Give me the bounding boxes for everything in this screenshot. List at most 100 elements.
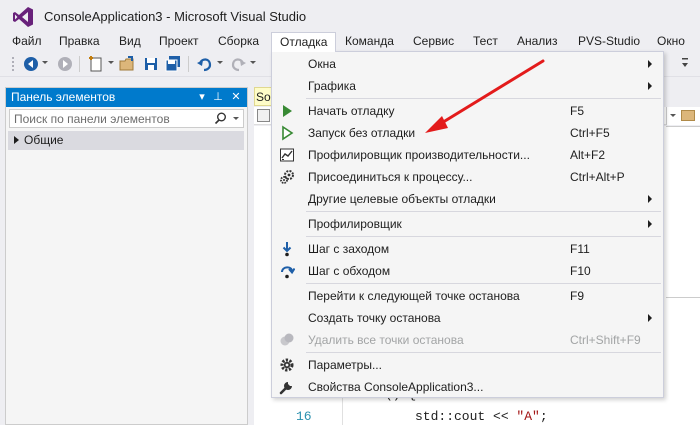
- code-string-literal: "A": [516, 409, 540, 424]
- menu-window[interactable]: Окно: [657, 32, 685, 52]
- menu-item-project-properties[interactable]: Свойства ConsoleApplication3...: [272, 376, 663, 398]
- code-line: std::cout << "A";: [415, 409, 548, 424]
- undo-icon[interactable]: [196, 55, 214, 73]
- submenu-arrow-icon: [648, 82, 652, 90]
- menu-item-step-over[interactable]: Шаг с обходом F10: [272, 260, 663, 282]
- toolbar-grip[interactable]: [11, 56, 15, 73]
- toolbox-search-input[interactable]: Поиск по панели элементов: [9, 109, 244, 128]
- menu-item-label: Свойства ConsoleApplication3...: [308, 380, 484, 394]
- menu-debug[interactable]: Отладка: [271, 32, 337, 52]
- submenu-arrow-icon: [648, 60, 652, 68]
- submenu-arrow-icon: [648, 220, 652, 228]
- menu-item-label: Запуск без отладки: [308, 126, 416, 140]
- menu-view[interactable]: Вид: [119, 32, 141, 52]
- expand-arrow-icon[interactable]: [14, 136, 19, 144]
- save-icon[interactable]: [142, 55, 160, 73]
- menu-item-label: Шаг с обходом: [308, 264, 391, 278]
- editor-member-dropdown[interactable]: [666, 107, 700, 125]
- menu-build[interactable]: Сборка: [218, 32, 259, 52]
- step-over-icon: [281, 266, 295, 279]
- menu-item-label: Перейти к следующей точке останова: [308, 289, 520, 303]
- menu-edit[interactable]: Правка: [59, 32, 100, 52]
- search-icon[interactable]: [214, 112, 227, 125]
- step-into-icon: [282, 242, 292, 257]
- menu-item-label: Присоединиться к процессу...: [308, 170, 473, 184]
- toolbox-header: Панель элементов ▾ ⊥ ✕: [6, 88, 247, 107]
- delete-breakpoints-icon: [280, 333, 294, 346]
- menu-item-start-without-debugging[interactable]: Запуск без отладки Ctrl+F5: [272, 122, 663, 144]
- menu-item-profiler[interactable]: Профилировщик: [272, 213, 663, 235]
- menu-item-label: Создать точку останова: [308, 311, 441, 325]
- window-title: ConsoleApplication3 - Microsoft Visual S…: [44, 9, 307, 24]
- pin-icon[interactable]: ⊥: [212, 90, 224, 103]
- menu-item-label: Удалить все точки останова: [308, 333, 464, 347]
- code-text: std::cout <<: [415, 409, 517, 424]
- divider: [666, 297, 700, 298]
- menu-file[interactable]: Файл: [12, 32, 42, 52]
- menu-item-go-to-next-breakpoint[interactable]: Перейти к следующей точке останова F9: [272, 285, 663, 307]
- search-options-dropdown-icon[interactable]: [233, 117, 239, 120]
- gears-icon: [280, 170, 294, 184]
- menu-item-label: Шаг с заходом: [308, 242, 390, 256]
- member-dropdown-icon[interactable]: [670, 114, 676, 117]
- toolbox-group-label: Общие: [24, 133, 64, 147]
- new-project-icon[interactable]: [87, 55, 105, 73]
- menu-item-performance-profiler[interactable]: Профилировщик производительности... Alt+…: [272, 144, 663, 166]
- menu-item-shortcut: Ctrl+Shift+F9: [570, 333, 641, 347]
- menu-separator: [306, 236, 661, 237]
- window-position-dropdown-icon[interactable]: ▾: [196, 90, 208, 103]
- back-dropdown-icon[interactable]: [42, 61, 48, 64]
- toolbox-panel: Панель элементов ▾ ⊥ ✕ Поиск по панели э…: [5, 87, 248, 425]
- menu-item-graphics[interactable]: Графика: [272, 75, 663, 97]
- toolbar-overflow-icon[interactable]: [682, 58, 689, 70]
- menu-item-label: Начать отладку: [308, 104, 395, 118]
- menu-item-shortcut: F10: [570, 264, 591, 278]
- menu-item-step-into[interactable]: Шаг с заходом F11: [272, 238, 663, 260]
- menu-tools[interactable]: Сервис: [413, 32, 454, 52]
- menu-item-label: Профилировщик производительности...: [308, 148, 530, 162]
- close-panel-icon[interactable]: ✕: [230, 90, 242, 103]
- menu-item-options[interactable]: Параметры...: [272, 354, 663, 376]
- menu-item-new-breakpoint[interactable]: Создать точку останова: [272, 307, 663, 329]
- submenu-arrow-icon: [648, 195, 652, 203]
- folder-icon: [681, 110, 695, 121]
- line-number: 16: [296, 409, 312, 424]
- menu-item-shortcut: F9: [570, 289, 585, 303]
- menu-item-shortcut: Ctrl+Alt+P: [570, 170, 625, 184]
- open-file-icon[interactable]: [118, 55, 136, 73]
- forward-navigate-icon[interactable]: [56, 55, 74, 73]
- project-scope-icon[interactable]: [257, 109, 270, 122]
- menu-test[interactable]: Тест: [473, 32, 498, 52]
- menu-item-delete-all-breakpoints: Удалить все точки останова Ctrl+Shift+F9: [272, 329, 663, 351]
- undo-dropdown-icon[interactable]: [217, 61, 223, 64]
- menu-item-label: Параметры...: [308, 358, 382, 372]
- toolbar-separator: [188, 56, 189, 72]
- menu-item-label: Другие целевые объекты отладки: [308, 192, 496, 206]
- save-all-icon[interactable]: [164, 55, 182, 73]
- back-navigate-icon[interactable]: [22, 55, 40, 73]
- title-bar: ConsoleApplication3 - Microsoft Visual S…: [0, 0, 700, 32]
- toolbar-separator: [79, 56, 80, 72]
- new-project-dropdown-icon[interactable]: [108, 61, 114, 64]
- menu-pvs-studio[interactable]: PVS-Studio: [578, 32, 640, 52]
- menu-item-shortcut: Alt+F2: [570, 148, 606, 162]
- menu-item-shortcut: F5: [570, 104, 585, 118]
- submenu-arrow-icon: [648, 314, 652, 322]
- menu-team[interactable]: Команда: [345, 32, 394, 52]
- menu-item-other-debug-targets[interactable]: Другие целевые объекты отладки: [272, 188, 663, 210]
- menu-analyze[interactable]: Анализ: [517, 32, 558, 52]
- menu-separator: [306, 352, 661, 353]
- menu-item-start-debugging[interactable]: Начать отладку F5: [272, 100, 663, 122]
- menu-item-label: Графика: [308, 79, 356, 93]
- redo-icon[interactable]: [229, 55, 247, 73]
- menu-item-windows[interactable]: Окна: [272, 53, 663, 75]
- redo-dropdown-icon[interactable]: [250, 61, 256, 64]
- play-icon: [283, 105, 292, 117]
- menu-project[interactable]: Проект: [159, 32, 199, 52]
- toolbox-group-general[interactable]: Общие: [8, 131, 244, 150]
- menu-separator: [306, 98, 661, 99]
- debug-menu-dropdown: Окна Графика Начать отладку F5 Запуск бе…: [271, 51, 664, 398]
- menu-item-attach-to-process[interactable]: Присоединиться к процессу... Ctrl+Alt+P: [272, 166, 663, 188]
- editor-right-pane: [666, 126, 700, 356]
- menu-item-shortcut: F11: [570, 242, 590, 256]
